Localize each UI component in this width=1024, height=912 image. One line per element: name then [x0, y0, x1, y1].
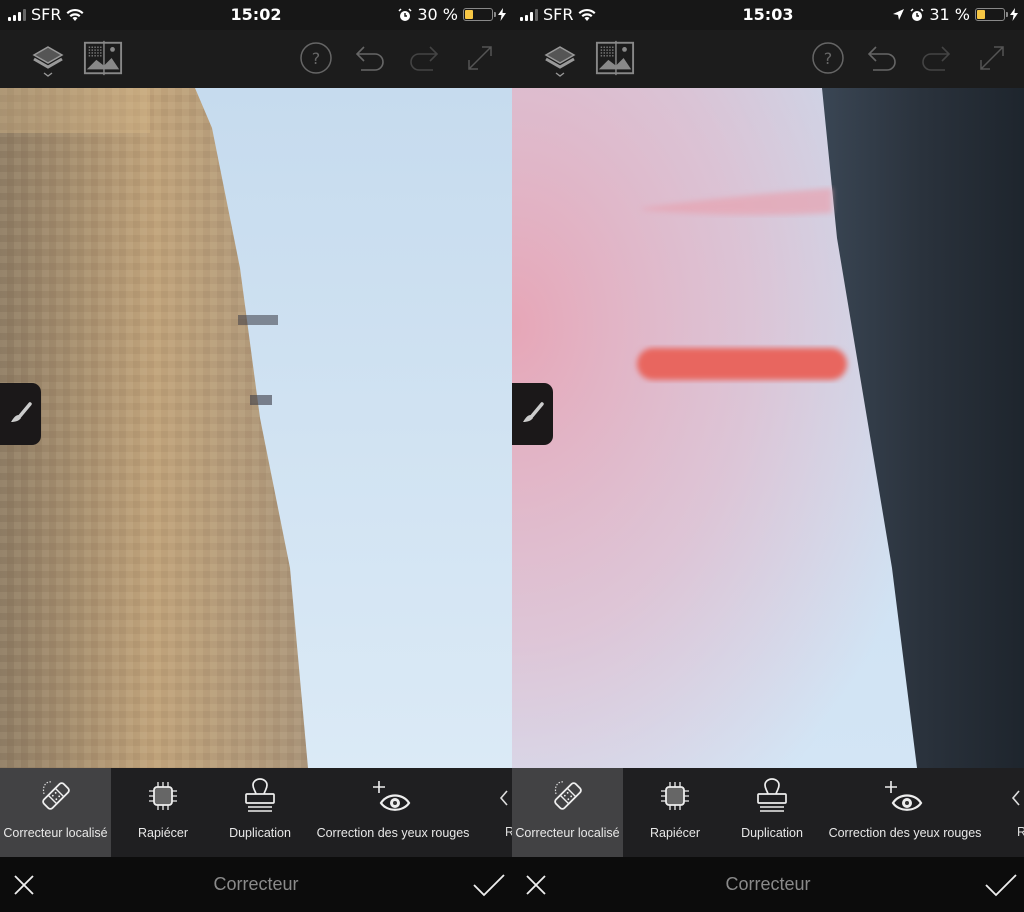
- photo-canvas[interactable]: [512, 88, 1024, 768]
- tool-patch[interactable]: Rapiécer: [111, 768, 215, 857]
- battery-percent: 30 %: [417, 5, 458, 24]
- tool-label: R: [505, 825, 512, 839]
- status-bar: SFR 15:03 31 %: [512, 0, 1024, 30]
- editor-toolbar: ?: [512, 30, 1024, 88]
- layers-icon[interactable]: [28, 38, 68, 78]
- tool-label: R: [1017, 825, 1024, 839]
- alarm-icon: [910, 7, 924, 21]
- tool-spot-healing[interactable]: Correcteur localisé: [0, 768, 111, 857]
- tool-red-eye[interactable]: Correction des yeux rouges: [305, 768, 481, 857]
- tool-label: Correcteur localisé: [3, 826, 108, 840]
- chevron-left-icon: [1011, 790, 1020, 806]
- undo-icon[interactable]: [350, 38, 390, 78]
- patch-icon: [661, 782, 689, 810]
- battery-icon: [975, 8, 1008, 21]
- tool-clone[interactable]: Duplication: [727, 768, 817, 857]
- compare-icon[interactable]: [83, 38, 123, 78]
- undo-icon[interactable]: [862, 38, 902, 78]
- red-eye-icon: [885, 781, 923, 811]
- bottom-bar: Correcteur: [0, 857, 512, 912]
- panel-title: Correcteur: [213, 874, 299, 894]
- stamp-icon: [245, 778, 275, 812]
- red-eye-icon: [373, 781, 411, 811]
- tool-label: Correcteur localisé: [515, 826, 620, 840]
- check-icon: [473, 874, 505, 897]
- layers-icon[interactable]: [540, 38, 580, 78]
- tool-red-eye[interactable]: Correction des yeux rouges: [817, 768, 993, 857]
- photo-canvas[interactable]: [0, 88, 512, 768]
- brush-icon: [10, 402, 32, 422]
- expand-icon[interactable]: [460, 38, 500, 78]
- battery-percent: 31 %: [929, 5, 970, 24]
- redo-icon[interactable]: [404, 38, 444, 78]
- bottom-bar: Correcteur: [512, 857, 1024, 912]
- tool-label: Correction des yeux rouges: [828, 826, 982, 840]
- panel-title: Correcteur: [725, 874, 811, 894]
- stamp-icon: [757, 778, 787, 812]
- screenshot-left: SFR 15:02 30 % ? Correcteur localisé Rap…: [0, 0, 512, 912]
- brush-icon: [522, 402, 544, 422]
- brush-stroke: [637, 348, 847, 380]
- tool-strip: Correcteur localisé Rapiécer Duplication…: [512, 768, 1024, 857]
- battery-icon: [463, 8, 496, 21]
- photo-image: [0, 88, 512, 768]
- tool-label: Rapiécer: [137, 826, 189, 840]
- tool-label: Rapiécer: [649, 826, 701, 840]
- tool-more[interactable]: R: [1011, 768, 1024, 857]
- tool-clone[interactable]: Duplication: [215, 768, 305, 857]
- svg-text:?: ?: [824, 49, 833, 68]
- photo-image: [512, 88, 1024, 768]
- alarm-icon: [398, 7, 412, 21]
- bandage-icon: [41, 781, 70, 810]
- editor-toolbar: ?: [0, 30, 512, 88]
- expand-icon[interactable]: [972, 38, 1012, 78]
- check-icon: [985, 874, 1017, 897]
- tool-strip: Correcteur localisé Rapiécer Duplication…: [0, 768, 512, 857]
- compare-icon[interactable]: [595, 38, 635, 78]
- redo-icon[interactable]: [916, 38, 956, 78]
- tool-label: Duplication: [741, 826, 803, 840]
- help-icon[interactable]: ?: [296, 38, 336, 78]
- help-icon[interactable]: ?: [808, 38, 848, 78]
- charging-icon: [498, 8, 506, 21]
- screenshot-right: SFR 15:03 31 % ? Correcteur localisé Rap…: [512, 0, 1024, 912]
- chevron-left-icon: [499, 790, 508, 806]
- charging-icon: [1010, 8, 1018, 21]
- patch-icon: [149, 782, 177, 810]
- status-bar: SFR 15:02 30 %: [0, 0, 512, 30]
- tool-label: Duplication: [229, 826, 291, 840]
- confirm-button[interactable]: [472, 871, 506, 899]
- brush-toggle-button[interactable]: [0, 383, 41, 445]
- tool-label: Correction des yeux rouges: [316, 826, 470, 840]
- confirm-button[interactable]: [984, 871, 1018, 899]
- location-icon: [893, 9, 905, 20]
- tool-more[interactable]: R: [499, 768, 512, 857]
- bandage-icon: [553, 781, 582, 810]
- tool-patch[interactable]: Rapiécer: [623, 768, 727, 857]
- svg-text:?: ?: [312, 49, 321, 68]
- brush-toggle-button[interactable]: [512, 383, 553, 445]
- tool-spot-healing[interactable]: Correcteur localisé: [512, 768, 623, 857]
